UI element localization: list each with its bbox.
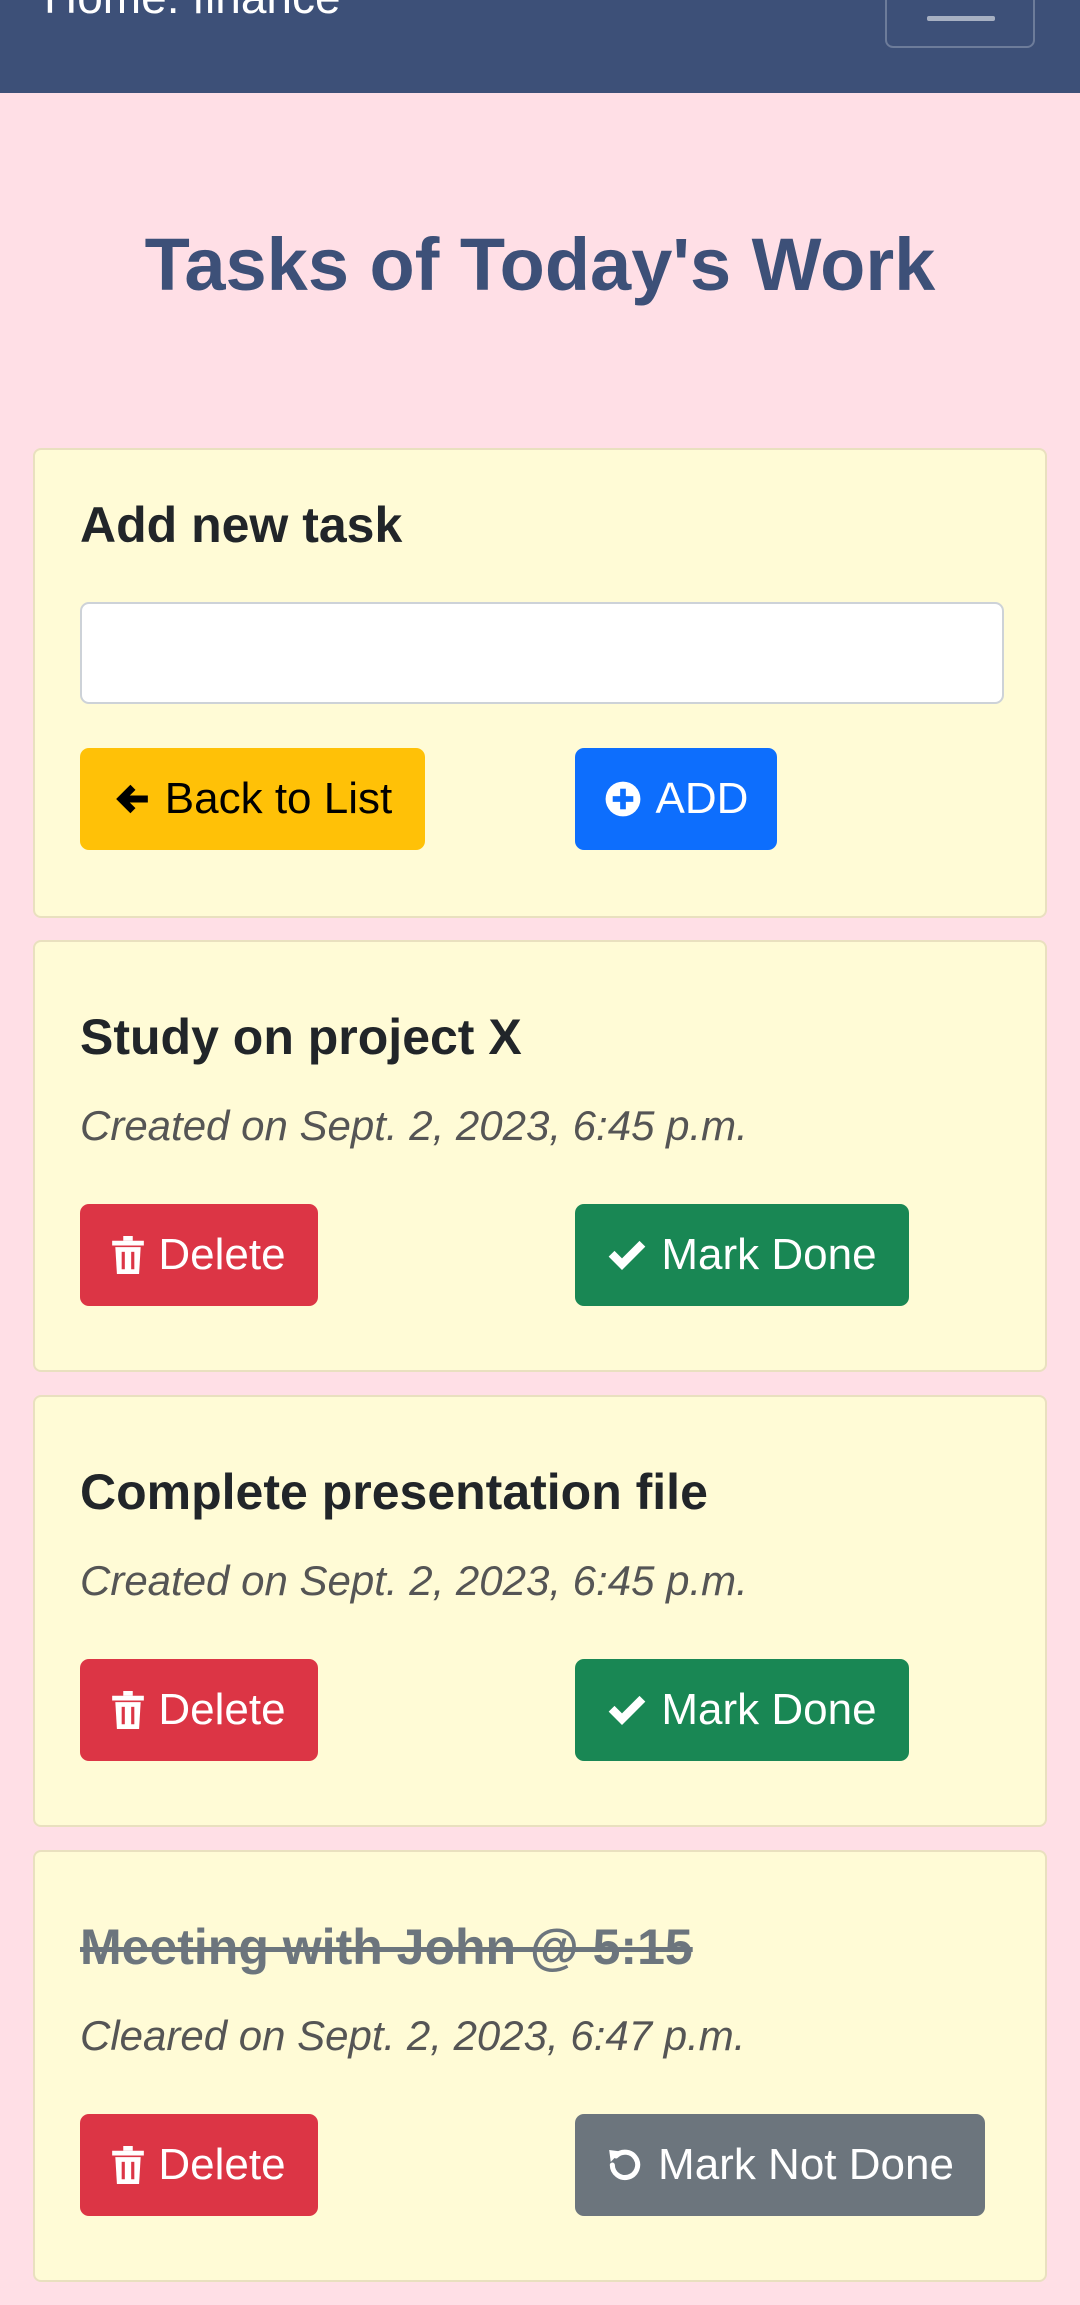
- mark-done-label: Mark Done: [661, 1230, 877, 1279]
- trash-icon: [112, 1236, 145, 1274]
- add-label: ADD: [655, 774, 749, 823]
- mark-done-button[interactable]: Mark Done: [575, 1204, 909, 1306]
- navbar: Home: finance: [0, 0, 1080, 93]
- navbar-brand[interactable]: Home: finance: [44, 0, 341, 24]
- check-icon: [609, 1240, 646, 1270]
- task-title: Complete presentation file: [80, 1464, 708, 1520]
- arrow-left-icon: [115, 784, 148, 814]
- mark-not-done-button[interactable]: Mark Not Done: [575, 2114, 985, 2216]
- task-created-date: Created on Sept. 2, 2023, 6:45 p.m.: [80, 1102, 748, 1149]
- mark-done-label: Mark Done: [661, 1685, 877, 1734]
- add-task-card: Add new task Back to List ADD: [33, 448, 1047, 918]
- task-card: Meeting with John @ 5:15 Cleared on Sept…: [33, 1850, 1047, 2282]
- back-to-list-label: Back to List: [164, 774, 393, 823]
- task-card: Complete presentation file Created on Se…: [33, 1395, 1047, 1827]
- task-card: Study on project X Created on Sept. 2, 2…: [33, 940, 1047, 1372]
- delete-label: Delete: [158, 1685, 286, 1734]
- delete-button[interactable]: Delete: [80, 2114, 318, 2216]
- task-created-date: Created on Sept. 2, 2023, 6:45 p.m.: [80, 1557, 748, 1604]
- back-to-list-button[interactable]: Back to List: [80, 748, 425, 850]
- plus-circle-icon: [605, 781, 640, 817]
- hamburger-menu-icon: [927, 16, 995, 21]
- delete-button[interactable]: Delete: [80, 1204, 318, 1306]
- delete-label: Delete: [158, 2140, 286, 2189]
- delete-label: Delete: [158, 1230, 286, 1279]
- mark-done-button[interactable]: Mark Done: [575, 1659, 909, 1761]
- delete-button[interactable]: Delete: [80, 1659, 318, 1761]
- task-cleared-date: Cleared on Sept. 2, 2023, 6:47 p.m.: [80, 2012, 746, 2059]
- new-task-input[interactable]: [80, 602, 1004, 704]
- trash-icon: [112, 2146, 145, 2184]
- check-icon: [609, 1695, 646, 1725]
- task-title: Meeting with John @ 5:15: [80, 1919, 693, 1975]
- page-title: Tasks of Today's Work: [144, 223, 936, 306]
- trash-icon: [112, 1691, 145, 1729]
- add-task-heading: Add new task: [80, 497, 403, 553]
- add-button[interactable]: ADD: [575, 748, 777, 850]
- mark-not-done-label: Mark Not Done: [658, 2140, 954, 2189]
- navbar-toggler-button[interactable]: [885, 0, 1035, 48]
- undo-icon: [609, 2149, 641, 2181]
- task-title: Study on project X: [80, 1009, 522, 1065]
